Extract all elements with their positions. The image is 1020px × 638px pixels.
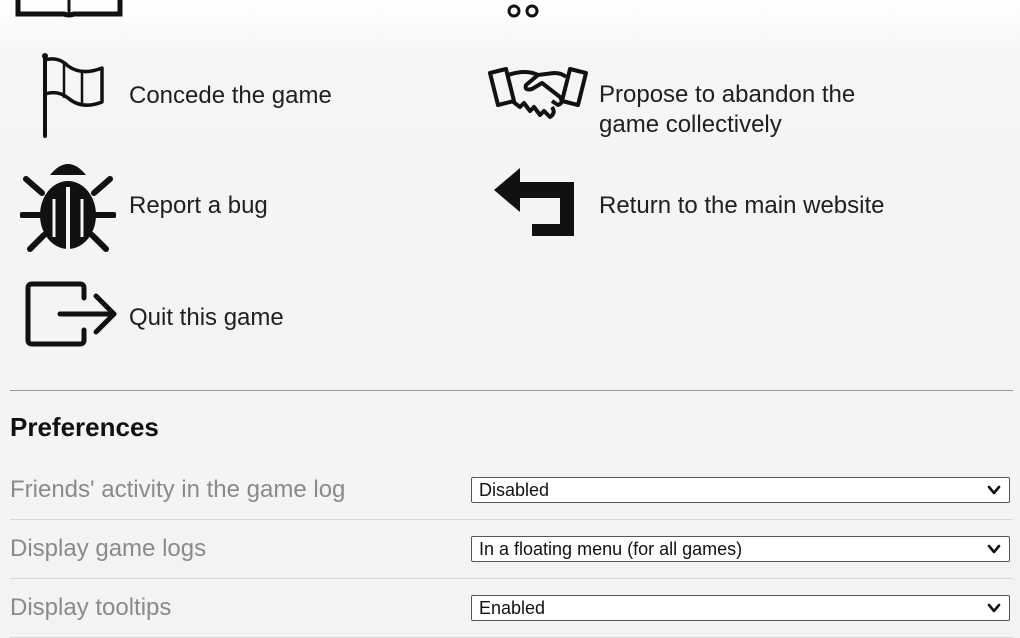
preferences-heading: Preferences [10,412,159,442]
abandon-game-action[interactable]: Propose to abandon the game collectively [480,55,920,145]
pref-label-friends-activity: Friends' activity in the game log [10,476,346,503]
return-arrow-icon [494,168,574,236]
chevron-down-icon [987,485,1001,495]
return-website-action[interactable]: Return to the main website [480,160,920,250]
friends-activity-select[interactable]: Disabled [471,477,1010,503]
quit-game-action[interactable]: Quit this game [0,270,440,360]
abandon-game-label: Propose to abandon the game collectively [599,81,856,138]
game-logs-value: In a floating menu (for all games) [479,539,743,559]
game-logs-select[interactable]: In a floating menu (for all games) [471,536,1010,562]
chevron-down-icon [987,603,1001,613]
pref-label-tooltips: Display tooltips [10,594,172,621]
white-flag-icon [42,53,104,138]
concede-game-label: Concede the game [129,82,332,109]
pref-label-game-logs: Display game logs [10,535,207,562]
exit-icon [25,281,117,347]
concede-game-action[interactable]: Concede the game [0,50,440,140]
chevron-down-icon [987,544,1001,554]
handshake-icon [488,67,588,119]
cart-icon[interactable] [500,0,560,20]
friends-activity-value: Disabled [479,480,550,500]
section-divider [10,390,1013,391]
pref-row-tooltips: Display tooltips Enabled [10,579,1013,638]
bug-icon [20,164,116,252]
quit-game-label: Quit this game [129,304,284,331]
report-bug-label: Report a bug [129,192,268,219]
book-icon[interactable] [14,0,124,20]
tooltips-value: Enabled [479,598,546,618]
return-website-label: Return to the main website [599,192,885,219]
pref-row-game-logs: Display game logs In a floating menu (fo… [10,520,1013,579]
tooltips-select[interactable]: Enabled [471,595,1010,621]
pref-row-friends-activity: Friends' activity in the game log Disabl… [10,461,1013,520]
report-bug-action[interactable]: Report a bug [0,155,440,255]
